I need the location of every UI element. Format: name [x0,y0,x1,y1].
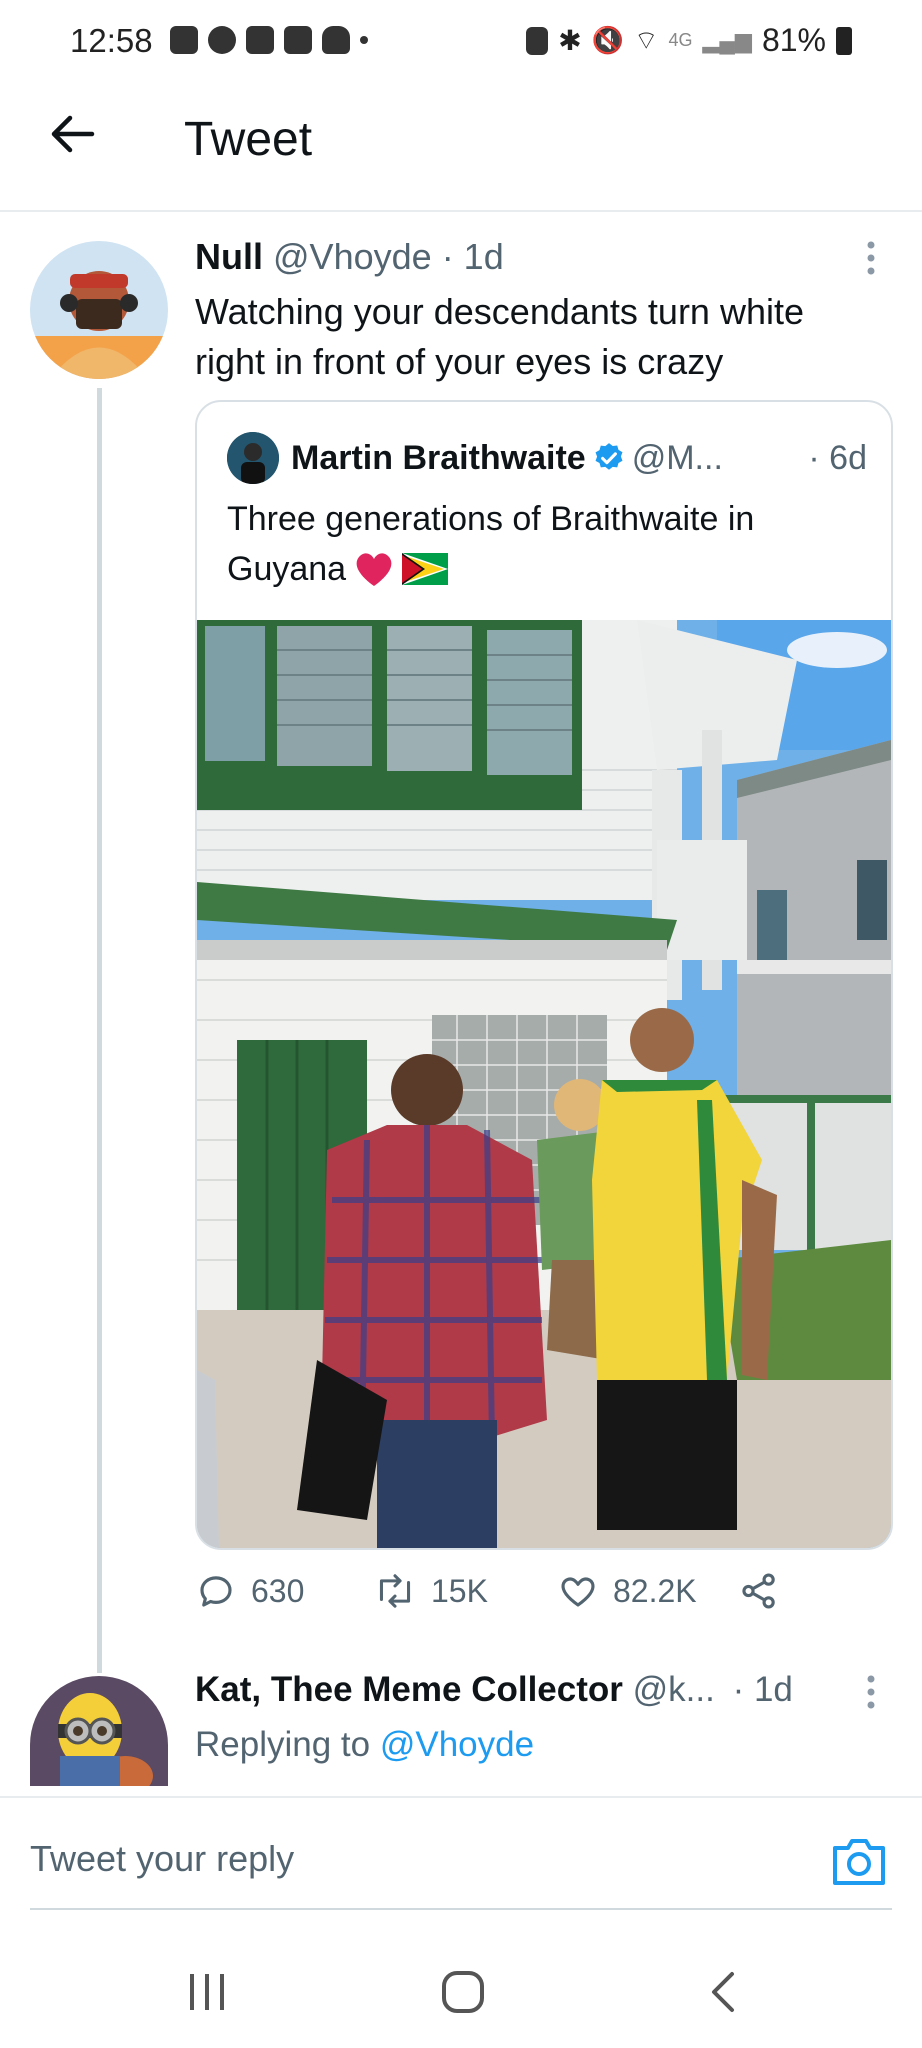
mute-icon: 🔇 [591,25,625,55]
status-bar: 12:58 ✱ 🔇 ⌔ 4G ▂▄▆ 81% [0,0,922,86]
system-nav-bar [0,1920,922,2048]
replying-to-label: Replying to [195,1725,371,1764]
share-button[interactable] [738,1570,780,1612]
reply-avatar[interactable] [30,1676,168,1786]
quoted-author-handle[interactable]: @M... [632,439,723,478]
red-heart-emoji [356,553,392,586]
message-icon [170,26,198,54]
thread-line [97,388,102,1673]
composer-underline [30,1908,892,1910]
quoted-author-name[interactable]: Martin Braithwaite [291,439,586,478]
tweet-time: · 1d [441,236,504,277]
page-title: Tweet [184,113,313,166]
more-options-icon[interactable] [866,240,876,276]
battery-percent: 81% [761,22,826,58]
reply-time: · 1d [732,1670,793,1709]
author-name[interactable]: Null [195,236,263,277]
tweet-header: Null @Vhoyde · 1d [195,236,504,278]
reply-count: 630 [251,1572,305,1609]
reply-input[interactable]: Tweet your reply [30,1838,294,1880]
system-back-icon[interactable] [708,1970,738,2014]
header-divider [0,210,922,212]
reply-more-options-icon[interactable] [866,1674,876,1710]
signal-icon: ▂▄▆ [702,27,752,53]
recent-apps-icon[interactable] [186,1972,228,2012]
like-count: 82.2K [613,1572,697,1609]
battery-saver-icon [526,26,549,55]
heart-icon [561,1577,595,1607]
retweet-icon [379,1574,411,1608]
notification-icons [170,26,368,54]
quoted-tweet-header: Martin Braithwaite @M... · 6d [227,432,867,484]
reply-author-handle[interactable]: @k... [633,1670,715,1709]
author-handle[interactable]: @Vhoyde [273,236,432,277]
quoted-avatar[interactable] [227,432,279,484]
tweet-actions: 630 15K 82.2K [195,1570,795,1624]
home-icon[interactable] [441,1970,485,2014]
tweet-photo[interactable] [197,620,891,1548]
quoted-tweet-time: · 6d [808,438,867,477]
reply-button[interactable]: 630 [195,1570,304,1612]
tweet-text-line: Watching your descendants turn white [195,291,804,332]
reply-author-name[interactable]: Kat, Thee Meme Collector [195,1670,623,1709]
quoted-tweet-card[interactable]: Martin Braithwaite @M... · 6d Three gene… [195,400,893,1550]
whatsapp-icon [208,26,236,54]
like-button[interactable]: 82.2K [557,1570,697,1612]
guyana-flag-emoji [402,553,449,585]
bluetooth-icon: ✱ [558,25,582,56]
camera-icon[interactable] [830,1832,888,1890]
more-dot-icon [360,36,368,44]
avatar[interactable] [30,241,168,379]
verified-badge-icon [595,443,623,470]
composer-divider [0,1796,922,1798]
retweet-button[interactable]: 15K [373,1570,488,1612]
quoted-text-line: Guyana [227,550,347,588]
replying-to-handle[interactable]: @Vhoyde [380,1725,534,1764]
quoted-tweet-text: Three generations of Braithwaite in Guya… [227,494,867,594]
snapchat-icon [322,26,350,54]
system-icons: ✱ 🔇 ⌔ 4G ▂▄▆ 81% [526,22,852,59]
reply-icon [200,1576,232,1607]
back-arrow-icon[interactable] [48,110,96,158]
reply-header: Kat, Thee Meme Collector @k... · 1d [195,1670,793,1710]
share-icon [742,1573,775,1609]
battery-icon [836,26,852,55]
network-type: 4G [668,30,693,50]
replying-to: Replying to @Vhoyde [195,1725,534,1765]
retweet-count: 15K [431,1572,488,1609]
tweet-text: Watching your descendants turn white rig… [195,287,875,387]
status-time: 12:58 [70,22,153,59]
wifi-icon: ⌔ [634,25,659,55]
app-n-icon [246,26,274,54]
quoted-text-line: Three generations of Braithwaite in [227,500,755,538]
app-n-icon [284,26,312,54]
tweet-text-line: right in front of your eyes is crazy [195,341,724,382]
